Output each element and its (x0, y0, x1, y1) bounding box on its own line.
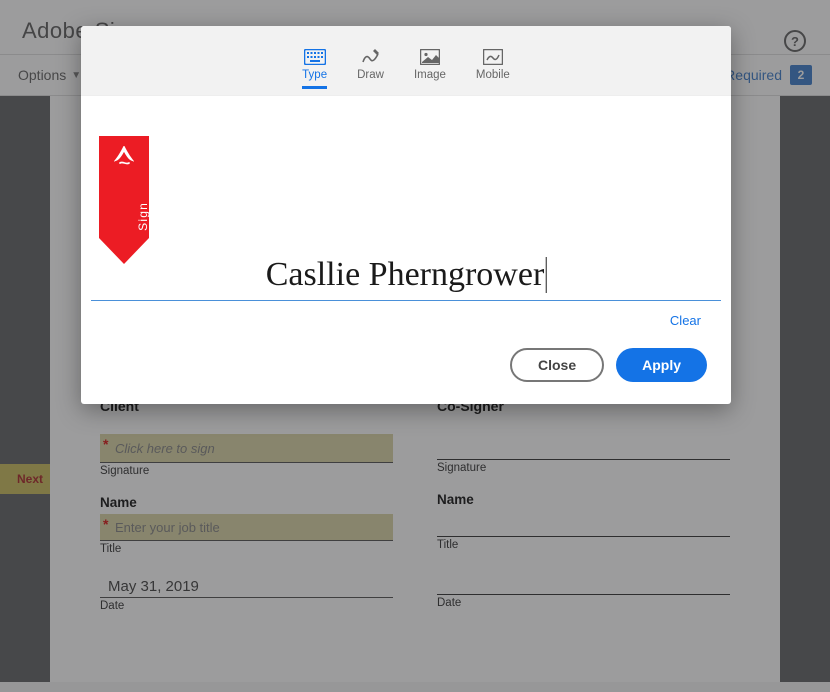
tab-label: Mobile (476, 69, 510, 81)
tab-label: Draw (357, 69, 384, 81)
adobe-logo-icon (114, 146, 134, 168)
tab-type[interactable]: Type (302, 49, 327, 89)
signature-modal: Type Draw Image Mobile (81, 26, 731, 404)
close-button[interactable]: Close (510, 348, 604, 382)
typed-signature: Casllie Pherngrower (266, 256, 547, 300)
draw-icon (360, 47, 382, 65)
tab-draw[interactable]: Draw (357, 47, 384, 89)
tab-label: Type (302, 69, 327, 81)
signature-input-line[interactable]: Casllie Pherngrower (91, 256, 721, 301)
sign-indicator-label: Sign (136, 202, 150, 231)
clear-link[interactable]: Clear (91, 301, 721, 328)
apply-button[interactable]: Apply (616, 348, 707, 382)
tab-label: Image (414, 69, 446, 81)
tab-image[interactable]: Image (414, 49, 446, 89)
sign-indicator-arrow: Sign (99, 136, 149, 266)
tab-mobile[interactable]: Mobile (476, 49, 510, 89)
keyboard-icon (304, 49, 326, 65)
image-icon (420, 49, 440, 65)
text-caret (545, 257, 546, 293)
mobile-icon (483, 49, 503, 65)
